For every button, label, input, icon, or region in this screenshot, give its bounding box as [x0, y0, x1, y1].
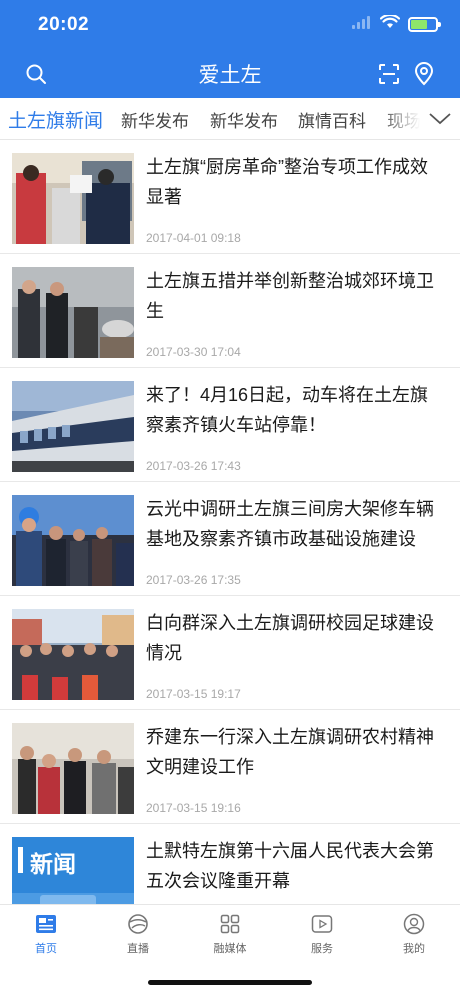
location-button[interactable] — [412, 62, 436, 86]
news-date: 2017-04-01 09:18 — [146, 231, 241, 245]
news-thumbnail — [12, 267, 134, 358]
news-list: 土左旗“厨房革命”整治专项工作成效显著 2017-04-01 09:18 土左旗… — [0, 140, 460, 904]
nav-media[interactable]: 融媒体 — [184, 911, 276, 959]
news-title: 土默特左旗第十六届人民代表大会第五次会议隆重开幕 — [146, 841, 434, 891]
profile-icon — [403, 913, 425, 935]
status-bar: 20:02 — [0, 0, 460, 50]
play-icon — [311, 915, 333, 933]
news-date: 2017-03-30 17:04 — [146, 345, 241, 359]
status-icons — [352, 13, 441, 34]
tab-xinhua-release-2[interactable]: 新华发布 — [210, 107, 278, 132]
news-item[interactable]: 来了！4月16日起，动车将在土左旗察素齐镇火车站停靠！ 2017-03-26 1… — [0, 368, 460, 482]
battery-icon — [408, 17, 441, 32]
news-title: 白向群深入土左旗调研校园足球建设情况 — [146, 613, 434, 663]
live-icon — [128, 914, 148, 934]
news-item[interactable]: 土左旗“厨房革命”整治专项工作成效显著 2017-04-01 09:18 — [0, 140, 460, 254]
news-thumbnail — [12, 153, 134, 244]
news-date: 2017-03-15 19:16 — [146, 801, 241, 815]
app-header: 20:02 爱土左 — [0, 0, 460, 98]
nav-profile-label: 我的 — [403, 943, 425, 955]
nav-live[interactable]: 直播 — [92, 911, 184, 959]
news-item[interactable]: 土左旗五措并举创新整治城郊环境卫生 2017-03-30 17:04 — [0, 254, 460, 368]
news-item[interactable]: 白向群深入土左旗调研校园足球建设情况 2017-03-15 19:17 — [0, 596, 460, 710]
thumbnail-news-label: 新闻 — [30, 851, 76, 877]
news-date: 2017-03-15 19:17 — [146, 687, 241, 701]
chevron-down-icon — [429, 113, 451, 125]
news-thumbnail — [12, 609, 134, 700]
news-title: 土左旗“厨房革命”整治专项工作成效显著 — [146, 157, 428, 207]
wifi-icon — [379, 13, 401, 34]
news-thumbnail — [12, 381, 134, 472]
nav-service[interactable]: 服务 — [276, 911, 368, 959]
news-title: 土左旗五措并举创新整治城郊环境卫生 — [146, 271, 434, 321]
signal-icon — [352, 15, 372, 34]
nav-media-label: 融媒体 — [213, 943, 247, 955]
news-item[interactable]: 新闻 土默特左旗第十六届人民代表大会第五次会议隆重开幕 — [0, 824, 460, 904]
nav-home[interactable]: 首页 — [0, 911, 92, 959]
status-time: 20:02 — [38, 14, 90, 35]
home-indicator — [148, 980, 312, 985]
news-thumbnail — [12, 495, 134, 586]
news-item[interactable]: 云光中调研土左旗三间房大架修车辆基地及察素齐镇市政基础设施建设 2017-03-… — [0, 482, 460, 596]
news-date: 2017-03-26 17:35 — [146, 573, 241, 587]
news-title: 来了！4月16日起，动车将在土左旗察素齐镇火车站停靠！ — [146, 385, 429, 435]
scan-button[interactable] — [377, 62, 401, 86]
nav-live-label: 直播 — [127, 943, 149, 955]
location-pin-icon — [414, 62, 434, 86]
tab-xinhua-release[interactable]: 新华发布 — [121, 107, 189, 132]
news-thumbnail: 新闻 — [12, 837, 134, 904]
battery-level — [411, 20, 427, 29]
nav-profile[interactable]: 我的 — [368, 911, 460, 959]
category-tabs: 土左旗新闻 新华发布 新华发布 旗情百科 现场 — [0, 98, 460, 140]
news-icon — [36, 915, 56, 933]
news-thumbnail — [12, 723, 134, 814]
tab-tuzuoqi-news[interactable]: 土左旗新闻 — [8, 106, 103, 133]
nav-home-label: 首页 — [35, 943, 57, 955]
scan-icon — [379, 64, 399, 84]
tabs-fade — [380, 98, 420, 139]
tab-banner-encyclopedia[interactable]: 旗情百科 — [298, 107, 366, 132]
navbar: 爱土左 — [0, 50, 460, 98]
nav-service-label: 服务 — [311, 943, 333, 955]
news-title: 云光中调研土左旗三间房大架修车辆基地及察素齐镇市政基础设施建设 — [146, 499, 434, 549]
news-title: 乔建东一行深入土左旗调研农村精神文明建设工作 — [146, 727, 434, 777]
news-item[interactable]: 乔建东一行深入土左旗调研农村精神文明建设工作 2017-03-15 19:16 — [0, 710, 460, 824]
grid-icon — [220, 914, 240, 934]
tabs-expand-button[interactable] — [420, 98, 460, 139]
news-date: 2017-03-26 17:43 — [146, 459, 241, 473]
